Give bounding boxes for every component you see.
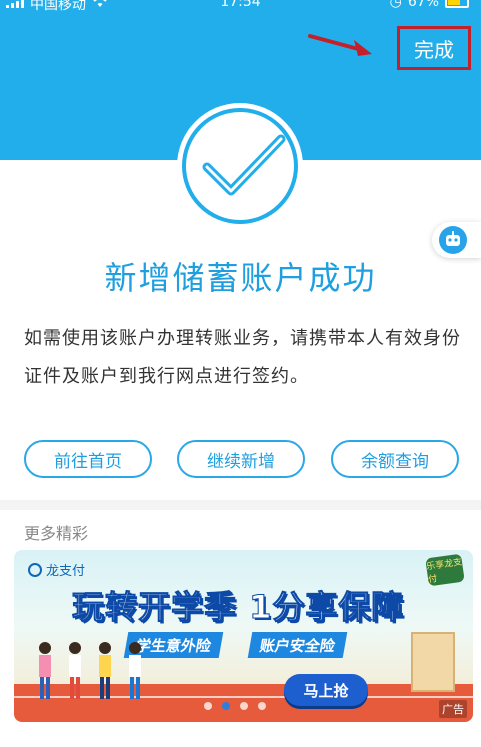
balance-query-button[interactable]: 余额查询 <box>331 440 459 478</box>
student-illustration <box>69 642 81 699</box>
alarm-icon: ◷ <box>389 0 402 10</box>
battery-percent: 67% <box>407 0 439 10</box>
battery-fill <box>448 0 461 5</box>
banner-logo-text: 龙支付 <box>46 564 86 579</box>
result-title: 新增储蓄账户成功 <box>104 259 377 297</box>
banner-grab-button[interactable]: 马上抢 <box>284 674 368 706</box>
student-illustration <box>39 642 51 699</box>
pager-dot[interactable] <box>258 702 266 710</box>
success-icon <box>177 103 303 229</box>
student-illustration <box>99 642 111 699</box>
robot-icon <box>439 226 467 254</box>
school-building-illustration <box>411 632 455 692</box>
banner-pager <box>204 702 266 710</box>
student-illustration <box>129 642 141 699</box>
banner-corner-badge: 乐享龙支付 <box>425 553 465 587</box>
banner-tag-account-insurance: 账户安全险 <box>247 632 348 658</box>
banner-logo: 龙支付 <box>28 560 85 579</box>
dragon-pay-logo-icon <box>28 562 42 577</box>
pager-dot[interactable] <box>204 702 212 710</box>
battery-icon <box>445 0 469 8</box>
result-description: 如需使用该账户办理转账业务，请携带本人有效身份证件及账户到我行网点进行签约。 <box>24 328 461 387</box>
go-home-button[interactable]: 前往首页 <box>24 440 152 478</box>
banner-headline: 玩转开学季 1分享保障 <box>71 588 405 627</box>
done-highlight-box: 完成 <box>397 26 471 70</box>
more-section-label: 更多精彩 <box>24 524 89 543</box>
continue-add-button[interactable]: 继续新增 <box>177 440 305 478</box>
ad-label: 广告 <box>439 700 467 718</box>
pager-dot[interactable] <box>240 702 248 710</box>
done-button[interactable]: 完成 <box>400 29 468 67</box>
annotation-arrow-icon <box>308 34 372 56</box>
status-right: ◷ 67% <box>390 0 469 10</box>
status-bar: 中国移动 17:54 ◷ 67% <box>0 0 481 18</box>
section-divider <box>0 500 481 510</box>
promo-banner[interactable]: 龙支付 乐享龙支付 玩转开学季 1分享保障 学生意外险 账户安全险 马上抢 广告 <box>14 550 473 722</box>
pager-dot-active[interactable] <box>222 702 230 710</box>
